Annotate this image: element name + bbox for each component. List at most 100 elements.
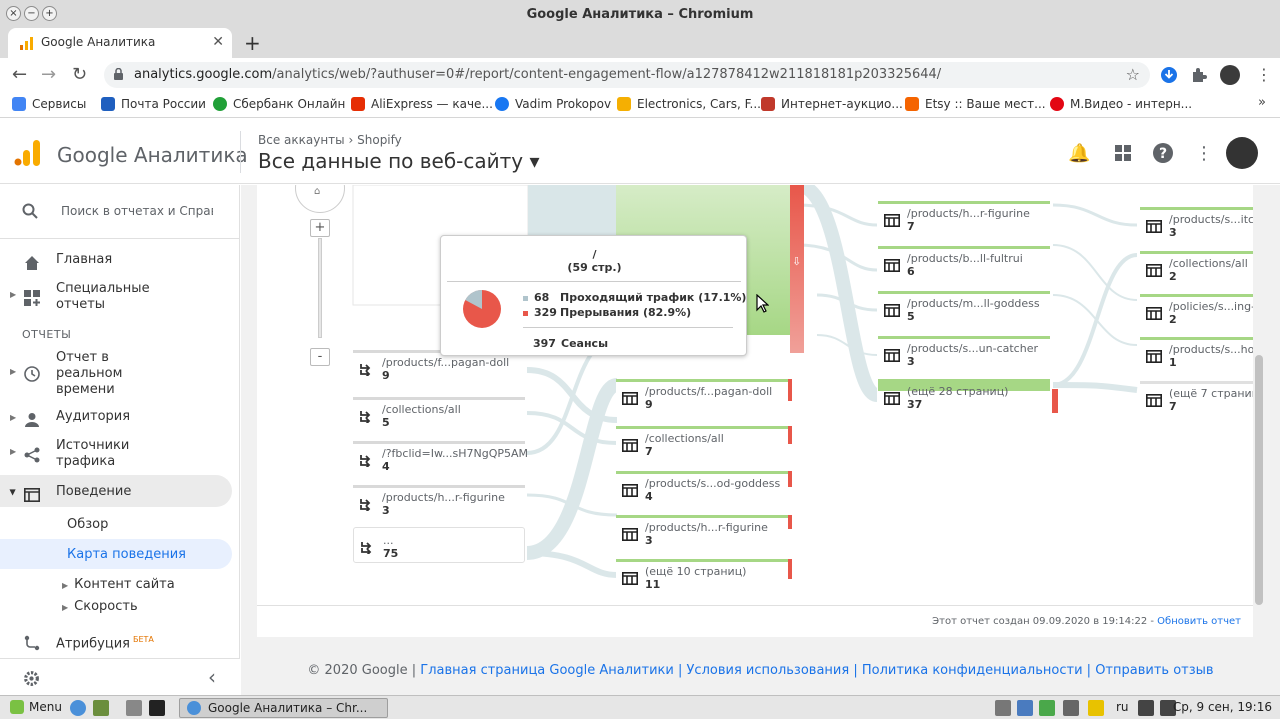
sidebar-item-custom-reports[interactable]: ▶ Специальные отчеты — [0, 280, 239, 316]
vertical-scrollbar[interactable] — [1253, 185, 1265, 605]
profile-avatar-icon[interactable] — [1220, 65, 1240, 85]
flow-node[interactable]: /?fbclid=Iw...sH7NgQP5AM 4 — [353, 441, 528, 477]
flow-node[interactable]: /collections/all 7 — [616, 426, 788, 462]
sidebar-subitem-site-speed[interactable]: ▶ Скорость — [62, 599, 138, 614]
browser-menu-icon[interactable]: ⋮ — [1256, 65, 1272, 84]
flow-node[interactable]: (ещё 7 страниц) 7 — [1140, 381, 1257, 417]
sidebar-subitem-site-content[interactable]: ▶ Контент сайта — [62, 577, 175, 592]
flow-node[interactable]: /products/h...r-figurine 3 — [616, 515, 788, 551]
search-input[interactable]: Поиск в отчетах и Справке — [61, 204, 213, 218]
notifications-bell-icon[interactable]: 🔔 — [1068, 143, 1090, 164]
volume-icon[interactable] — [1138, 700, 1154, 716]
clock[interactable]: Ср, 9 сен, 19:16 — [1173, 700, 1272, 714]
reload-icon[interactable]: ↻ — [72, 64, 87, 85]
flow-node[interactable]: /products/s...horn 1 — [1140, 337, 1257, 373]
files-launcher-icon[interactable] — [93, 700, 109, 716]
sidebar-item-realtime[interactable]: ▶ Отчет в реальном времени — [0, 349, 239, 399]
home-icon[interactable]: ⌂ — [314, 186, 320, 197]
node-dropoff[interactable] — [788, 515, 792, 529]
keyboard-layout[interactable]: ru — [1116, 700, 1129, 714]
flow-node[interactable]: /products/s...itch- 3 — [1140, 207, 1257, 243]
sidebar-item-audience[interactable]: ▶ Аудитория — [0, 408, 239, 428]
node-dropoff[interactable] — [788, 471, 792, 487]
behavior-flow-canvas[interactable]: ⇩ ⌂ + - /products/f...pagan-doll 9 /coll… — [257, 185, 1257, 605]
flow-node[interactable]: /products/s...od-goddess 4 — [616, 471, 788, 507]
apps-grid-icon[interactable] — [1115, 145, 1131, 161]
bookmark-ebay[interactable]: Electronics, Cars, F... — [617, 97, 761, 111]
puzzle-extension-icon[interactable] — [1190, 66, 1208, 84]
more-options-icon[interactable]: ⋮ — [1195, 143, 1213, 164]
sidebar-item-acquisition[interactable]: ▶ Источники трафика — [0, 437, 239, 473]
tray-app-icon[interactable] — [1088, 700, 1104, 716]
flow-node[interactable]: /products/f...pagan-doll 9 — [616, 379, 788, 415]
sidebar-item-behavior[interactable]: ▶ Поведение — [0, 483, 239, 503]
account-avatar[interactable] — [1226, 137, 1258, 169]
google-analytics-logo-icon[interactable] — [14, 140, 40, 166]
flow-node[interactable]: /products/b...ll-fultrui 6 — [878, 246, 1050, 282]
flow-node[interactable]: ... 75 — [353, 527, 525, 563]
flow-node[interactable]: /policies/s...ing-p 2 — [1140, 294, 1257, 330]
selected-node-dropoff[interactable] — [790, 185, 804, 353]
expand-caret-icon: ▶ — [62, 581, 69, 590]
help-icon[interactable]: ? — [1153, 143, 1173, 163]
back-arrow-icon[interactable]: ← — [12, 64, 27, 85]
bookmark-russian-post[interactable]: Почта России — [101, 97, 206, 111]
footer-link-terms[interactable]: Условия использования — [687, 663, 850, 678]
tray-network-icon[interactable] — [1063, 700, 1079, 716]
zoom-slider-track[interactable] — [318, 238, 322, 338]
refresh-report-link[interactable]: Обновить отчет — [1157, 616, 1241, 627]
footer-link-privacy[interactable]: Политика конфиденциальности — [862, 663, 1083, 678]
lock-icon — [114, 68, 123, 80]
footer-link-feedback[interactable]: Отправить отзыв — [1095, 663, 1213, 678]
node-dropoff[interactable] — [788, 559, 792, 579]
zoom-in-button[interactable]: + — [310, 219, 330, 237]
bookmarks-overflow-icon[interactable]: » — [1258, 95, 1266, 110]
bookmark-etsy[interactable]: Etsy :: Ваше мест... — [905, 97, 1046, 111]
start-menu-button[interactable]: Menu — [10, 700, 62, 714]
sidebar-subitem-behavior-flow[interactable]: Карта поведения — [67, 547, 186, 562]
bookmark-star-icon[interactable]: ☆ — [1126, 65, 1140, 84]
url-text: analytics.google.com/analytics/web/?auth… — [134, 67, 942, 82]
node-dropoff[interactable] — [788, 379, 792, 401]
bookmark-mvideo[interactable]: М.Видео - интерн... — [1050, 97, 1192, 111]
show-desktop-icon[interactable] — [126, 700, 142, 716]
node-dropoff[interactable] — [788, 426, 792, 444]
sidebar-subitem-overview[interactable]: Обзор — [67, 517, 108, 532]
scrollbar-thumb[interactable] — [1255, 355, 1263, 605]
forward-arrow-icon[interactable]: → — [41, 64, 56, 85]
flow-node[interactable]: /products/h...r-figurine 7 — [878, 201, 1050, 237]
tab-close-icon[interactable]: ✕ — [212, 34, 224, 50]
flow-node[interactable]: (ещё 28 страниц) 37 — [878, 379, 1050, 415]
bookmark-aliexpress[interactable]: AliExpress — каче... — [351, 97, 493, 111]
node-dropoff[interactable] — [1052, 389, 1058, 413]
flow-node[interactable]: /collections/all 2 — [1140, 251, 1255, 287]
address-bar[interactable]: analytics.google.com/analytics/web/?auth… — [104, 62, 1150, 88]
download-extension-icon[interactable] — [1160, 66, 1178, 84]
bookmark-sberbank[interactable]: Сбербанк Онлайн — [213, 97, 345, 111]
zoom-out-button[interactable]: - — [310, 348, 330, 366]
gear-icon[interactable] — [23, 670, 40, 687]
flow-node[interactable]: /products/s...un-catcher 3 — [878, 336, 1050, 372]
bookmark-services[interactable]: Сервисы — [12, 97, 86, 111]
flow-node[interactable]: /collections/all 5 — [353, 397, 525, 433]
taskbar-window-chromium[interactable]: Google Аналитика – Chr... — [179, 698, 388, 718]
terminal-launcher-icon[interactable] — [149, 700, 165, 716]
view-selector[interactable]: Все данные по веб-сайту ▾ — [258, 149, 540, 173]
bookmark-facebook[interactable]: Vadim Prokopov — [495, 97, 611, 111]
flow-node[interactable]: /products/m...ll-goddess 5 — [878, 291, 1050, 327]
tray-drive-icon[interactable] — [995, 700, 1011, 716]
tab-google-analytics[interactable]: Google Аналитика ✕ — [8, 28, 232, 58]
footer-link-home[interactable]: Главная страница Google Аналитики — [420, 663, 674, 678]
breadcrumb[interactable]: Все аккаунты › Shopify — [258, 133, 402, 147]
browser-launcher-icon[interactable] — [70, 700, 86, 716]
flow-node[interactable]: /products/h...r-figurine 3 — [353, 485, 525, 521]
collapse-sidebar-icon[interactable]: ‹ — [208, 665, 216, 689]
flow-node[interactable]: (ещё 10 страниц) 11 — [616, 559, 788, 595]
new-tab-button[interactable]: + — [244, 31, 261, 55]
sidebar-item-home[interactable]: Главная — [0, 251, 239, 271]
bookmark-auction[interactable]: Интернет-аукцио... — [761, 97, 903, 111]
tray-shield-icon[interactable] — [1039, 700, 1055, 716]
tray-display-icon[interactable] — [1017, 700, 1033, 716]
report-search[interactable]: Поиск в отчетах и Справке — [0, 185, 239, 239]
sidebar-item-attribution[interactable]: Атрибуция БЕТА — [0, 631, 239, 651]
